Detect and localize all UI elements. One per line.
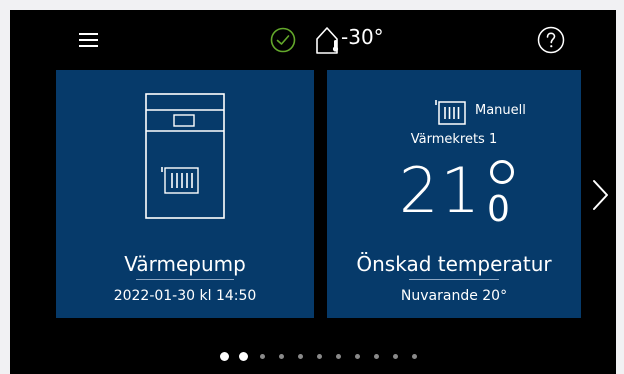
current-temperature: Nuvarande 20° bbox=[400, 288, 508, 304]
page-dot[interactable] bbox=[279, 354, 284, 359]
heating-circuit-label: Värmekrets 1 bbox=[410, 132, 498, 147]
setpoint-temperature: 21 bbox=[399, 154, 482, 227]
controller-screen: -30° Värmepump 2022-01-30 kl 14:50 Manue… bbox=[10, 10, 616, 374]
hamburger-menu-icon bbox=[79, 33, 98, 35]
help-circle-icon[interactable] bbox=[537, 26, 565, 54]
setpoint-temperature-decimal: 0 bbox=[487, 189, 510, 230]
page-dot[interactable] bbox=[412, 354, 417, 359]
page-dot[interactable] bbox=[393, 354, 398, 359]
card-divider bbox=[409, 279, 499, 280]
check-circle-icon bbox=[270, 27, 296, 53]
house-thermometer-icon bbox=[316, 27, 339, 54]
page-dot[interactable] bbox=[298, 354, 303, 359]
menu-button[interactable] bbox=[76, 28, 102, 52]
desired-temperature-title: Önskad temperatur bbox=[356, 252, 552, 276]
page-dot[interactable] bbox=[317, 354, 322, 359]
hamburger-menu-line bbox=[79, 39, 98, 41]
heating-circuit-card[interactable]: Manuell Värmekrets 1 21 0 Önskad tempera… bbox=[327, 70, 581, 318]
page-dot[interactable] bbox=[374, 354, 379, 359]
heat-pump-datetime: 2022-01-30 kl 14:50 bbox=[113, 288, 257, 304]
heat-pump-card[interactable]: Värmepump 2022-01-30 kl 14:50 bbox=[56, 70, 314, 318]
outdoor-temperature: -30° bbox=[341, 25, 384, 49]
card-divider bbox=[136, 279, 234, 280]
operating-mode-label: Manuell bbox=[475, 103, 526, 118]
degree-symbol bbox=[490, 160, 514, 184]
heat-pump-unit-icon bbox=[145, 93, 225, 219]
page-dot[interactable] bbox=[239, 352, 248, 361]
status-bar: -30° bbox=[10, 10, 616, 68]
page-dot[interactable] bbox=[336, 354, 341, 359]
hamburger-menu-line bbox=[79, 45, 98, 47]
radiator-icon bbox=[435, 100, 466, 125]
heat-pump-title: Värmepump bbox=[124, 252, 246, 276]
page-dot[interactable] bbox=[220, 352, 229, 361]
page-dot[interactable] bbox=[260, 354, 265, 359]
page-dot[interactable] bbox=[355, 354, 360, 359]
chevron-right-icon[interactable] bbox=[590, 178, 612, 212]
